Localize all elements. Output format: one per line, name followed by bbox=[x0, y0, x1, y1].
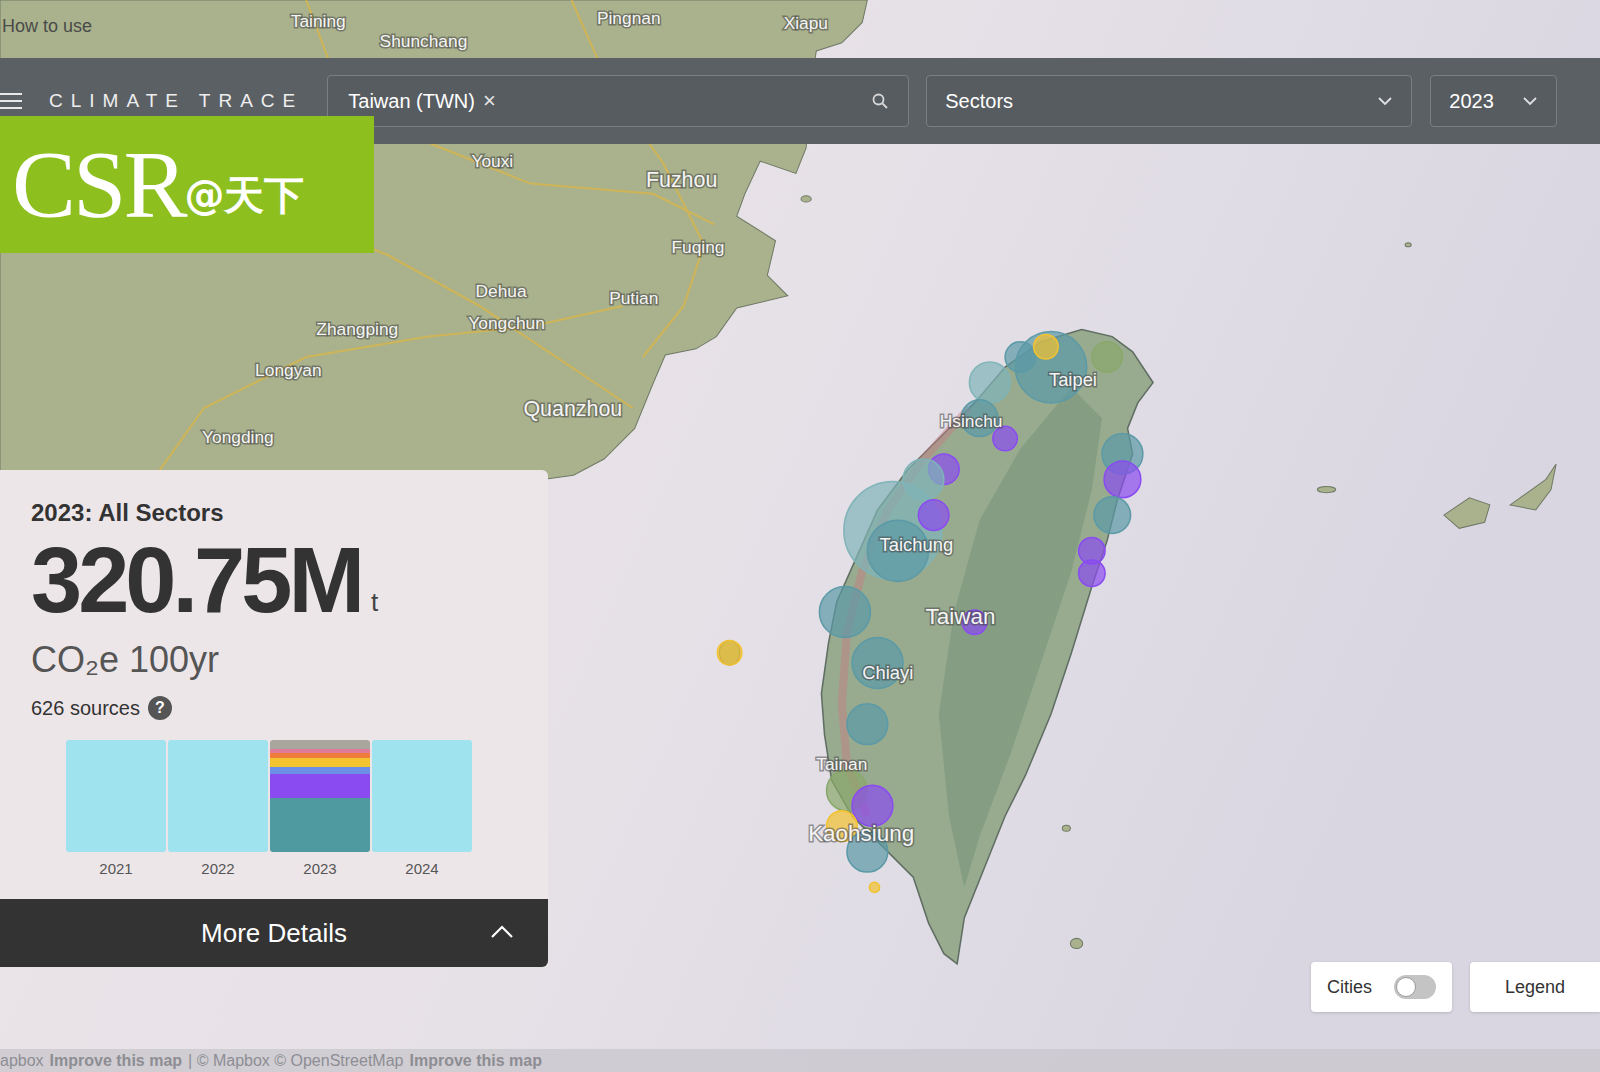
sea bbox=[0, 0, 1600, 1072]
place-label: Kaohsiung bbox=[808, 821, 914, 846]
improve-map-link[interactable]: Improve this map bbox=[409, 1052, 541, 1070]
toggle-switch[interactable] bbox=[1394, 975, 1436, 999]
mountain-range bbox=[939, 388, 1102, 888]
csr-watermark: CSR@天下 bbox=[0, 116, 374, 253]
place-label: Taipei bbox=[1049, 369, 1097, 390]
chart-column[interactable]: 2023 bbox=[270, 740, 370, 877]
chevron-down-icon bbox=[1377, 96, 1393, 106]
chart-bar[interactable] bbox=[168, 740, 268, 852]
bar-label: 2023 bbox=[303, 860, 336, 877]
improve-map-link[interactable]: Improve this map bbox=[50, 1052, 182, 1070]
place-label: Longyan bbox=[255, 360, 322, 380]
chart-column[interactable]: 2021 bbox=[66, 740, 166, 877]
bar-segment bbox=[270, 740, 370, 749]
sector-select[interactable]: Sectors bbox=[926, 75, 1412, 127]
legend-button[interactable]: Legend bbox=[1470, 962, 1600, 1012]
year-chart: 2021 2022 2023 2024 bbox=[31, 740, 517, 877]
taiwan-land bbox=[821, 329, 1153, 963]
menu-icon[interactable] bbox=[0, 92, 22, 110]
sector-value: Sectors bbox=[945, 90, 1013, 113]
place-label: Putian bbox=[609, 288, 658, 308]
bar-segment bbox=[270, 758, 370, 767]
bar-segment bbox=[168, 740, 268, 852]
place-label: Yongchun bbox=[468, 313, 544, 333]
emission-source[interactable] bbox=[1104, 461, 1141, 498]
brand-logo[interactable]: CLIMATE TRACE bbox=[49, 90, 303, 112]
bar-segment bbox=[270, 767, 370, 774]
bar-segment bbox=[270, 798, 370, 852]
emission-source[interactable] bbox=[969, 362, 1010, 403]
bar-label: 2021 bbox=[99, 860, 132, 877]
bar-label: 2024 bbox=[405, 860, 438, 877]
place-label: Taichung bbox=[880, 534, 954, 555]
map-app: Taining Shunchang Pingnan Xiapu Youxi Fuzhou F… bbox=[0, 0, 1600, 1072]
year-value: 2023 bbox=[1449, 90, 1494, 113]
emission-source[interactable] bbox=[847, 704, 888, 745]
emission-source[interactable] bbox=[1034, 335, 1058, 359]
chart-bar[interactable] bbox=[372, 740, 472, 852]
emission-source[interactable] bbox=[1079, 560, 1106, 587]
place-label: Chiayi bbox=[862, 662, 913, 683]
year-select[interactable]: 2023 bbox=[1430, 75, 1557, 127]
help-link[interactable]: How to use bbox=[2, 16, 92, 37]
chart-column[interactable]: 2022 bbox=[168, 740, 268, 877]
map-attribution: apbox Improve this map | © Mapbox © OpenSt… bbox=[0, 1049, 1600, 1072]
search-box[interactable]: Taiwan (TWN) × bbox=[327, 75, 909, 127]
place-label: Yongding bbox=[202, 427, 274, 447]
chart-column[interactable]: 2024 bbox=[372, 740, 472, 877]
more-details-button[interactable]: More Details bbox=[0, 899, 548, 967]
place-label: Pingnan bbox=[597, 8, 661, 28]
watermark-main: CSR bbox=[12, 137, 184, 233]
small-islands bbox=[719, 196, 1556, 949]
emission-source[interactable] bbox=[819, 586, 870, 637]
place-label: Youxi bbox=[471, 151, 513, 171]
emission-source[interactable] bbox=[852, 785, 893, 826]
emissions-value: 320.75M bbox=[31, 532, 361, 628]
emission-source[interactable] bbox=[918, 500, 949, 531]
place-label: Hsinchu bbox=[940, 411, 1003, 431]
bar-segment bbox=[270, 774, 370, 799]
search-icon[interactable] bbox=[872, 93, 888, 109]
sources-count: 626 sources bbox=[31, 697, 140, 720]
emission-source[interactable] bbox=[1094, 497, 1131, 534]
summary-title: 2023: All Sectors bbox=[31, 498, 517, 528]
bar-label: 2022 bbox=[201, 860, 234, 877]
place-label: Quanzhou bbox=[523, 397, 622, 421]
attribution-text: | © Mapbox © OpenStreetMap bbox=[188, 1052, 403, 1070]
emission-source[interactable] bbox=[869, 882, 879, 892]
place-label: Fuzhou bbox=[646, 168, 717, 192]
clear-button[interactable]: × bbox=[483, 88, 496, 114]
place-label: Tainan bbox=[816, 754, 867, 774]
cities-toggle[interactable]: Cities bbox=[1311, 962, 1452, 1012]
emissions-unit: t bbox=[371, 587, 378, 618]
chart-bar[interactable] bbox=[66, 740, 166, 852]
place-label: Dehua bbox=[476, 281, 527, 301]
place-label: Zhangping bbox=[316, 319, 398, 339]
chevron-icon bbox=[490, 925, 514, 939]
gas-label: CO₂e 100yr bbox=[31, 638, 517, 682]
place-label: Taining bbox=[291, 11, 346, 31]
map-controls: Cities Legend bbox=[1311, 962, 1600, 1012]
place-label: Taiwan bbox=[926, 604, 996, 629]
emission-source[interactable] bbox=[717, 641, 741, 665]
chevron-down-icon bbox=[1522, 96, 1538, 106]
watermark-suffix: @天下 bbox=[184, 168, 304, 223]
bar-segment bbox=[66, 740, 166, 852]
place-label: Fuqing bbox=[671, 237, 724, 257]
chart-bar[interactable] bbox=[270, 740, 370, 852]
attribution-text: apbox bbox=[0, 1052, 44, 1070]
place-label: Xiapu bbox=[784, 13, 828, 33]
summary-panel: 2023: All Sectors 320.75M t CO₂e 100yr 626 s… bbox=[0, 470, 548, 967]
help-icon[interactable]: ? bbox=[148, 696, 172, 720]
emission-source[interactable] bbox=[1005, 342, 1036, 373]
place-label: Shunchang bbox=[380, 31, 468, 51]
bar-segment bbox=[372, 740, 472, 852]
search-value: Taiwan (TWN) bbox=[348, 90, 475, 113]
